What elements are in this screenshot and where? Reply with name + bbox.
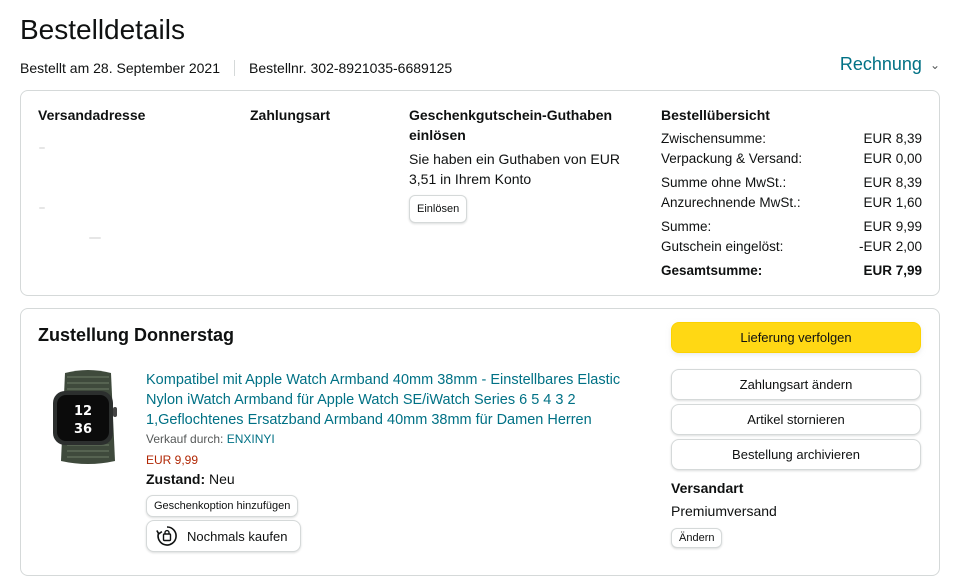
shipping-address-heading: Versandadresse: [38, 107, 146, 123]
summary-row: Verpackung & Versand: EUR 0,00: [661, 149, 922, 169]
change-payment-button[interactable]: Zahlungsart ändern: [671, 369, 921, 400]
seller-link[interactable]: ENXINYI: [227, 432, 275, 446]
seller-info: Verkauf durch: ENXINYI: [146, 432, 275, 446]
summary-label: Gutschein eingelöst:: [661, 239, 784, 254]
redacted-address-line: [89, 237, 101, 239]
delivery-title: Zustellung Donnerstag: [38, 325, 235, 345]
chevron-down-icon: ⌄: [929, 57, 940, 72]
buy-again-label: Nochmals kaufen: [187, 528, 288, 544]
product-title-link[interactable]: Kompatibel mit Apple Watch Armband 40mm …: [146, 370, 636, 430]
summary-row: Summe: EUR 9,99: [661, 217, 922, 237]
add-gift-option-button[interactable]: Geschenkoption hinzufügen: [146, 495, 299, 517]
redacted-address-line: [39, 147, 45, 149]
redeem-button[interactable]: Einlösen: [409, 195, 468, 223]
gift-card-heading: Geschenkgutschein-Guthaben einlösen: [409, 107, 613, 143]
order-summary-card: Versandadresse Zahlungsart Geschenkgutsc…: [20, 90, 940, 296]
summary-value: EUR 0,00: [863, 151, 922, 166]
watch-time-top: 12: [74, 404, 92, 419]
summary-value: EUR 9,99: [863, 219, 922, 234]
meta-divider: [234, 60, 236, 76]
archive-order-button[interactable]: Bestellung archivieren: [671, 439, 921, 470]
summary-row: Zwischensumme: EUR 8,39: [661, 129, 922, 149]
condition-label: Zustand:: [146, 471, 206, 487]
delivery-card: Zustellung Donnerstag 12 36 Kompatibel m…: [20, 308, 940, 576]
summary-value: EUR 8,39: [863, 175, 922, 190]
condition-value: Neu: [209, 471, 235, 487]
summary-value: EUR 1,60: [863, 195, 922, 210]
order-meta: Bestellt am 28. September 2021 Bestellnr…: [20, 60, 452, 76]
summary-label: Zwischensumme:: [661, 131, 767, 146]
cancel-items-button[interactable]: Artikel stornieren: [671, 404, 921, 435]
summary-row: Gutschein eingelöst: -EUR 2,00: [661, 237, 922, 257]
product-image[interactable]: 12 36: [45, 369, 131, 465]
summary-row: Anzurechnende MwSt.: EUR 1,60: [661, 193, 922, 213]
shipping-address-section: Versandadresse: [38, 105, 218, 239]
summary-total-label: Gesamtsumme:: [661, 263, 763, 278]
page-title: Bestelldetails: [20, 14, 185, 45]
buy-again-icon: [156, 526, 177, 546]
summary-label: Summe:: [661, 219, 712, 234]
gift-card-balance-text: Sie haben ein Guthaben von EUR 3,51 in I…: [409, 151, 620, 187]
product-price: EUR 9,99: [146, 453, 199, 467]
summary-label: Anzurechnende MwSt.:: [661, 195, 801, 210]
invoice-label: Rechnung: [839, 54, 922, 74]
shipping-method-heading: Versandart: [671, 480, 744, 496]
summary-value: EUR 8,39: [863, 131, 922, 146]
track-package-button[interactable]: Lieferung verfolgen: [671, 322, 921, 353]
redacted-address-line: [39, 207, 45, 209]
summary-total-row: Gesamtsumme: EUR 7,99: [661, 261, 922, 281]
payment-heading: Zahlungsart: [250, 107, 331, 123]
summary-total-value: EUR 7,99: [863, 263, 922, 278]
order-date: Bestellt am 28. September 2021: [20, 60, 221, 76]
shipping-method-value: Premiumversand: [671, 503, 777, 519]
order-overview-section: Bestellübersicht Zwischensumme: EUR 8,39…: [661, 105, 922, 281]
change-shipping-button[interactable]: Ändern: [671, 528, 723, 548]
order-overview-heading: Bestellübersicht: [661, 107, 770, 123]
summary-row: Summe ohne MwSt.: EUR 8,39: [661, 173, 922, 193]
summary-label: Verpackung & Versand:: [661, 151, 803, 166]
payment-section: Zahlungsart: [250, 105, 390, 125]
gift-card-section: Geschenkgutschein-Guthaben einlösen Sie …: [409, 105, 649, 223]
summary-label: Summe ohne MwSt.:: [661, 175, 787, 190]
buy-again-button[interactable]: Nochmals kaufen: [146, 520, 301, 552]
watch-time-bottom: 36: [74, 422, 92, 437]
invoice-dropdown[interactable]: Rechnung ⌄: [840, 54, 940, 75]
product-condition: Zustand: Neu: [146, 471, 235, 487]
order-number: Bestellnr. 302-8921035-6689125: [249, 60, 453, 76]
summary-value: -EUR 2,00: [858, 239, 922, 254]
seller-label: Verkauf durch:: [146, 432, 224, 446]
